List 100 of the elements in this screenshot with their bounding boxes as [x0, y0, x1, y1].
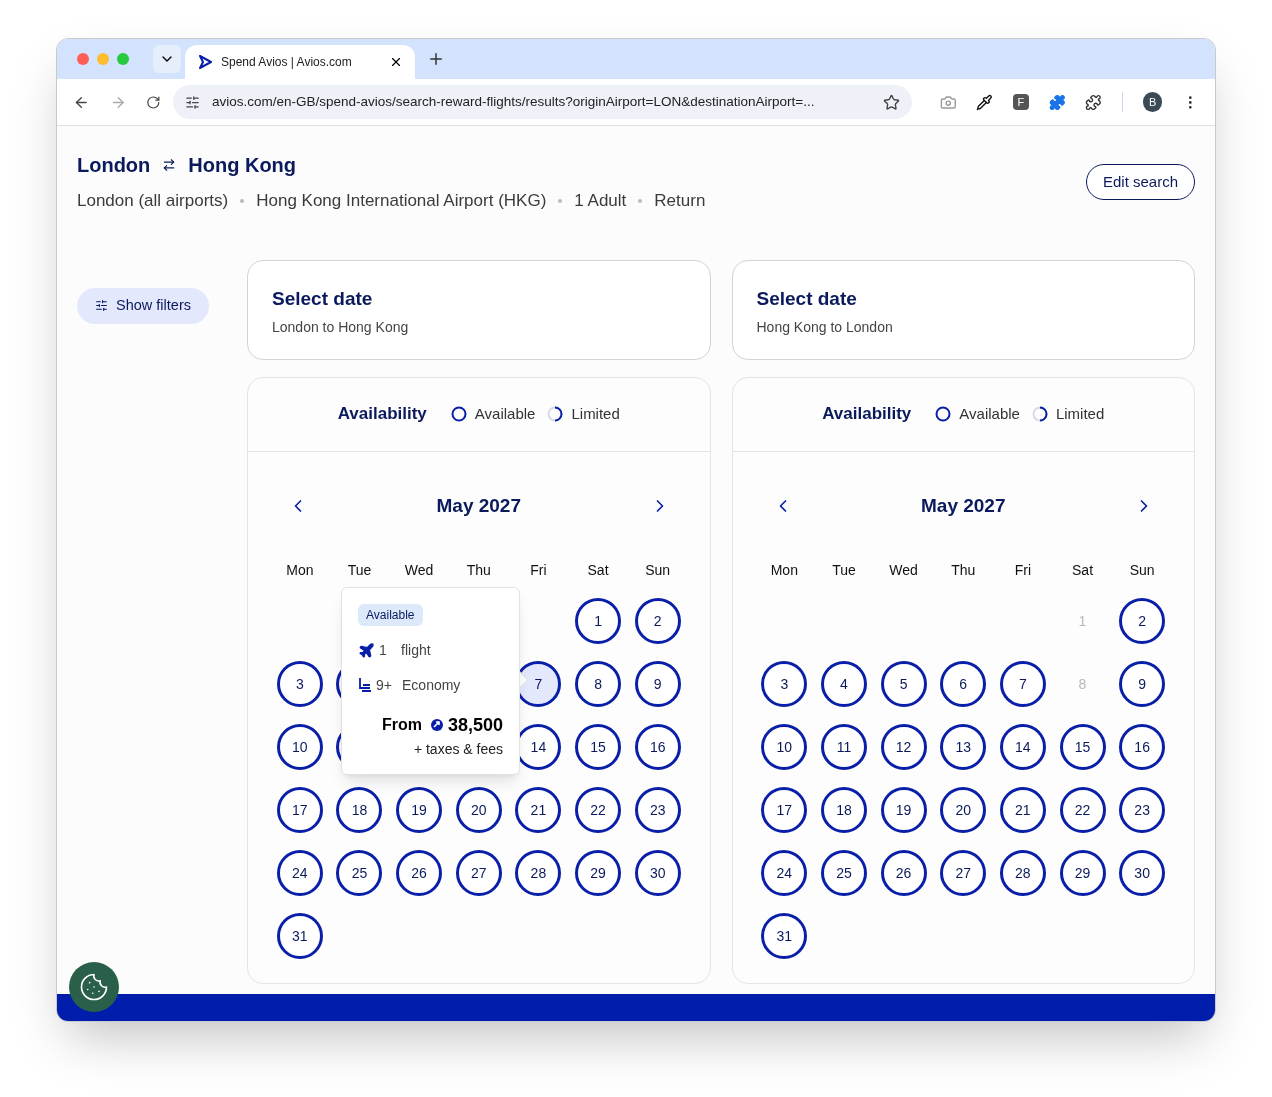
swap-arrows-icon — [162, 158, 177, 172]
cabin-label: Economy — [402, 675, 461, 695]
plane-icon — [358, 641, 375, 659]
reload-icon[interactable] — [146, 94, 161, 110]
date-button[interactable]: 22 — [575, 787, 622, 833]
leg-title: Select date — [756, 286, 858, 311]
extensions-icon[interactable] — [1085, 93, 1102, 111]
date-button[interactable]: 6 — [940, 661, 987, 707]
date-button[interactable]: 21 — [515, 787, 562, 833]
date-button[interactable]: 30 — [634, 850, 681, 896]
close-tab-icon[interactable] — [389, 55, 403, 69]
date-button[interactable]: 9 — [1119, 661, 1166, 707]
date-button[interactable]: 16 — [1119, 724, 1166, 770]
date-button[interactable]: 1 — [575, 598, 622, 644]
profile-avatar[interactable]: B — [1142, 92, 1163, 112]
extension-icon[interactable]: F — [1013, 94, 1029, 110]
search-detail: London (all airports) — [77, 190, 229, 212]
weekday-label: Wed — [889, 561, 918, 580]
date-button[interactable]: 28 — [515, 850, 562, 896]
date-button[interactable]: 23 — [634, 787, 681, 833]
show-filters-button[interactable]: Show filters — [77, 287, 209, 324]
eyedropper-icon[interactable] — [976, 93, 994, 111]
date-button[interactable]: 23 — [1119, 787, 1166, 833]
date-button[interactable]: 30 — [1119, 850, 1166, 896]
leg-card[interactable]: Select date Hong Kong to London — [731, 259, 1195, 360]
date-button[interactable]: 28 — [999, 850, 1046, 896]
date-button[interactable]: 15 — [575, 724, 622, 770]
date-button[interactable]: 7 — [999, 661, 1046, 707]
weekday-label: Tue — [347, 561, 372, 580]
date-button[interactable]: 25 — [820, 850, 867, 896]
date-button[interactable]: 19 — [880, 787, 927, 833]
date-button[interactable]: 21 — [999, 787, 1046, 833]
date-button[interactable]: 16 — [634, 724, 681, 770]
edit-search-button[interactable]: Edit search — [1085, 163, 1195, 200]
date-button[interactable]: 24 — [276, 850, 323, 896]
leg-card[interactable]: Select date London to Hong Kong — [247, 259, 711, 360]
date-button[interactable]: 13 — [940, 724, 987, 770]
url-text: avios.com/en-GB/spend-avios/search-reward-flights/results?originAirport=LON&destinationAirport=... — [211, 92, 816, 111]
date-button[interactable]: 27 — [455, 850, 502, 896]
date-button[interactable]: 2 — [634, 598, 681, 644]
bookmark-star-icon[interactable] — [882, 93, 900, 111]
date-button[interactable]: 26 — [880, 850, 927, 896]
seat-count: 9+ — [376, 675, 393, 695]
date-button[interactable]: 26 — [396, 850, 443, 896]
date-button[interactable]: 31 — [276, 913, 323, 959]
date-button[interactable]: 5 — [880, 661, 927, 707]
date-button[interactable]: 25 — [336, 850, 383, 896]
date-button[interactable]: 20 — [455, 787, 502, 833]
date-button[interactable]: 31 — [761, 913, 808, 959]
puzzle-icon[interactable] — [1048, 93, 1066, 111]
weekday-label: Mon — [286, 561, 314, 580]
camera-icon[interactable] — [939, 93, 957, 111]
date-button[interactable]: 3 — [761, 661, 808, 707]
seat-icon — [358, 677, 372, 693]
cookie-settings-button[interactable] — [69, 962, 119, 1012]
date-button[interactable]: 19 — [396, 787, 443, 833]
site-logo-icon — [197, 54, 213, 70]
limited-half-circle-icon — [547, 406, 564, 422]
date-button[interactable]: 11 — [820, 724, 867, 770]
date-button[interactable]: 17 — [276, 787, 323, 833]
price: 38,500 — [447, 713, 503, 737]
date-button[interactable]: 20 — [940, 787, 987, 833]
date-button[interactable]: 9 — [634, 661, 681, 707]
weekday-label: Fri — [530, 561, 547, 580]
availability-badge: Available — [358, 603, 423, 626]
address-bar[interactable]: avios.com/en-GB/spend-avios/search-reward-flights/results?originAirport=LON&destinationAirport=... — [172, 85, 912, 119]
weekday-label: Sat — [587, 561, 609, 580]
date-button[interactable]: 12 — [880, 724, 927, 770]
date-button[interactable]: 2 — [1119, 598, 1166, 644]
legend-label: Available — [474, 403, 536, 424]
weekday-label: Fri — [1014, 561, 1032, 580]
date-button[interactable]: 10 — [276, 724, 323, 770]
weekday-label: Tue — [832, 561, 856, 580]
legend-label: Available — [959, 403, 1020, 424]
date-button[interactable]: 18 — [336, 787, 383, 833]
search-detail: 1 Adult — [574, 190, 627, 212]
search-detail: Return — [654, 190, 706, 212]
date-button[interactable]: 17 — [761, 787, 808, 833]
date-button[interactable]: 18 — [820, 787, 867, 833]
site-settings-icon[interactable] — [184, 94, 200, 110]
date-button[interactable]: 27 — [940, 850, 987, 896]
date-button[interactable]: 22 — [1059, 787, 1106, 833]
date-button[interactable]: 24 — [761, 850, 808, 896]
date-button[interactable]: 29 — [1059, 850, 1106, 896]
flight-count: 1 — [379, 640, 388, 660]
date-button[interactable]: 14 — [999, 724, 1046, 770]
weekday-label: Thu — [466, 561, 491, 580]
from-label: From — [381, 715, 422, 735]
date-button[interactable]: 15 — [1059, 724, 1106, 770]
filter-sliders-icon — [95, 299, 108, 312]
leg-title: Select date — [272, 286, 374, 311]
tab-list-button[interactable] — [153, 45, 181, 73]
weekday-label: Thu — [951, 561, 976, 580]
date-button[interactable]: 8 — [575, 661, 622, 707]
browser-tab[interactable]: Spend Avios | Avios.com — [185, 45, 415, 79]
date-button[interactable]: 3 — [276, 661, 323, 707]
date-button[interactable]: 29 — [575, 850, 622, 896]
new-tab-icon[interactable] — [427, 50, 445, 68]
date-button[interactable]: 4 — [820, 661, 867, 707]
date-button[interactable]: 10 — [761, 724, 808, 770]
